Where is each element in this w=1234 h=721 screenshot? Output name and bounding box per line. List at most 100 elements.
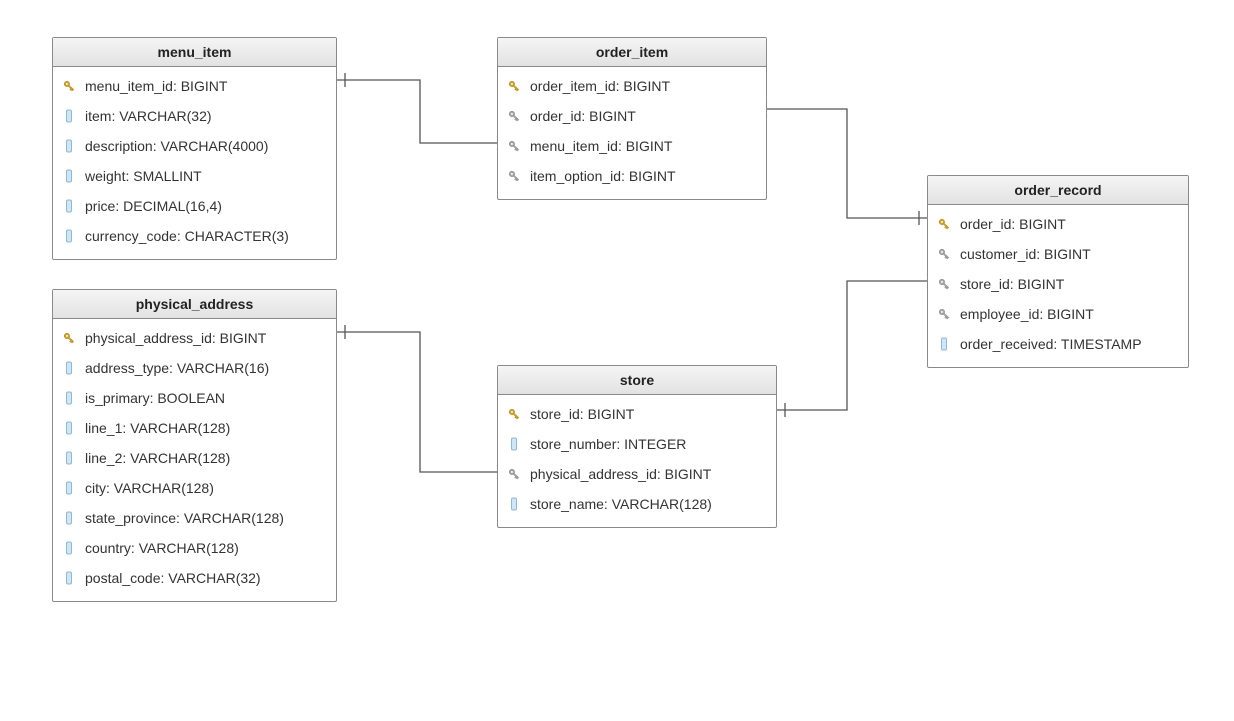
column-text: price: DECIMAL(16,4) xyxy=(85,196,326,216)
primary-key-icon xyxy=(61,330,77,346)
column-icon xyxy=(61,390,77,406)
column-text: state_province: VARCHAR(128) xyxy=(85,508,326,528)
column-row[interactable]: description: VARCHAR(4000) xyxy=(53,131,336,161)
column-text: city: VARCHAR(128) xyxy=(85,478,326,498)
entity-menu_item[interactable]: menu_item menu_item_id: BIGINT item: VAR… xyxy=(52,37,337,260)
column-text: line_1: VARCHAR(128) xyxy=(85,418,326,438)
column-text: store_id: BIGINT xyxy=(530,404,766,424)
column-row[interactable]: weight: SMALLINT xyxy=(53,161,336,191)
column-icon xyxy=(936,336,952,352)
column-icon xyxy=(61,228,77,244)
foreign-key-icon xyxy=(506,168,522,184)
foreign-key-icon xyxy=(936,246,952,262)
column-icon xyxy=(61,168,77,184)
column-icon xyxy=(506,436,522,452)
column-row[interactable]: order_received: TIMESTAMP xyxy=(928,329,1188,359)
primary-key-icon xyxy=(936,216,952,232)
column-row[interactable]: order_item_id: BIGINT xyxy=(498,71,766,101)
foreign-key-icon xyxy=(506,138,522,154)
column-row[interactable]: store_id: BIGINT xyxy=(498,399,776,429)
column-row[interactable]: item: VARCHAR(32) xyxy=(53,101,336,131)
column-text: store_name: VARCHAR(128) xyxy=(530,494,766,514)
connector-store_to_order_record xyxy=(777,274,950,417)
column-text: order_id: BIGINT xyxy=(960,214,1178,234)
column-icon xyxy=(506,496,522,512)
column-text: store_number: INTEGER xyxy=(530,434,766,454)
column-row[interactable]: address_type: VARCHAR(16) xyxy=(53,353,336,383)
foreign-key-icon xyxy=(936,276,952,292)
foreign-key-icon xyxy=(936,306,952,322)
column-icon xyxy=(61,540,77,556)
column-text: menu_item_id: BIGINT xyxy=(85,76,326,96)
column-row[interactable]: line_2: VARCHAR(128) xyxy=(53,443,336,473)
column-icon xyxy=(61,480,77,496)
column-row[interactable]: postal_code: VARCHAR(32) xyxy=(53,563,336,593)
column-text: postal_code: VARCHAR(32) xyxy=(85,568,326,588)
column-text: country: VARCHAR(128) xyxy=(85,538,326,558)
column-text: weight: SMALLINT xyxy=(85,166,326,186)
entity-columns: menu_item_id: BIGINT item: VARCHAR(32) d… xyxy=(53,67,336,259)
column-row[interactable]: physical_address_id: BIGINT xyxy=(53,323,336,353)
entity-title: menu_item xyxy=(53,38,336,67)
column-row[interactable]: item_option_id: BIGINT xyxy=(498,161,766,191)
column-row[interactable]: menu_item_id: BIGINT xyxy=(53,71,336,101)
connector-menu_item_to_order_item xyxy=(337,73,520,150)
entity-order_record[interactable]: order_record order_id: BIGINT customer_i… xyxy=(927,175,1189,368)
column-row[interactable]: customer_id: BIGINT xyxy=(928,239,1188,269)
column-icon xyxy=(61,108,77,124)
column-row[interactable]: store_name: VARCHAR(128) xyxy=(498,489,776,519)
column-row[interactable]: store_id: BIGINT xyxy=(928,269,1188,299)
column-row[interactable]: store_number: INTEGER xyxy=(498,429,776,459)
column-row[interactable]: currency_code: CHARACTER(3) xyxy=(53,221,336,251)
entity-title: order_record xyxy=(928,176,1188,205)
column-row[interactable]: state_province: VARCHAR(128) xyxy=(53,503,336,533)
column-text: description: VARCHAR(4000) xyxy=(85,136,326,156)
connector-order_item_to_order_record xyxy=(744,102,927,225)
column-text: order_received: TIMESTAMP xyxy=(960,334,1178,354)
column-row[interactable]: physical_address_id: BIGINT xyxy=(498,459,776,489)
column-icon xyxy=(61,360,77,376)
primary-key-icon xyxy=(506,78,522,94)
column-row[interactable]: line_1: VARCHAR(128) xyxy=(53,413,336,443)
primary-key-icon xyxy=(61,78,77,94)
entity-title: order_item xyxy=(498,38,766,67)
column-row[interactable]: price: DECIMAL(16,4) xyxy=(53,191,336,221)
column-row[interactable]: is_primary: BOOLEAN xyxy=(53,383,336,413)
column-text: employee_id: BIGINT xyxy=(960,304,1178,324)
entity-order_item[interactable]: order_item order_item_id: BIGINT order_i… xyxy=(497,37,767,200)
column-text: item_option_id: BIGINT xyxy=(530,166,756,186)
connector-physical_address_to_store xyxy=(337,325,520,479)
column-text: address_type: VARCHAR(16) xyxy=(85,358,326,378)
entity-store[interactable]: store store_id: BIGINT store_number: INT… xyxy=(497,365,777,528)
column-icon xyxy=(61,420,77,436)
column-text: physical_address_id: BIGINT xyxy=(85,328,326,348)
entity-columns: store_id: BIGINT store_number: INTEGER p… xyxy=(498,395,776,527)
column-text: order_id: BIGINT xyxy=(530,106,756,126)
column-row[interactable]: employee_id: BIGINT xyxy=(928,299,1188,329)
column-text: menu_item_id: BIGINT xyxy=(530,136,756,156)
column-text: currency_code: CHARACTER(3) xyxy=(85,226,326,246)
column-text: is_primary: BOOLEAN xyxy=(85,388,326,408)
column-row[interactable]: order_id: BIGINT xyxy=(498,101,766,131)
primary-key-icon xyxy=(506,406,522,422)
column-icon xyxy=(61,198,77,214)
entity-physical_address[interactable]: physical_address physical_address_id: BI… xyxy=(52,289,337,602)
entity-columns: order_id: BIGINT customer_id: BIGINT sto… xyxy=(928,205,1188,367)
column-text: physical_address_id: BIGINT xyxy=(530,464,766,484)
foreign-key-icon xyxy=(506,466,522,482)
column-row[interactable]: order_id: BIGINT xyxy=(928,209,1188,239)
entity-title: physical_address xyxy=(53,290,336,319)
column-icon xyxy=(61,450,77,466)
entity-title: store xyxy=(498,366,776,395)
column-text: item: VARCHAR(32) xyxy=(85,106,326,126)
column-row[interactable]: country: VARCHAR(128) xyxy=(53,533,336,563)
entity-columns: order_item_id: BIGINT order_id: BIGINT m… xyxy=(498,67,766,199)
column-text: store_id: BIGINT xyxy=(960,274,1178,294)
column-icon xyxy=(61,570,77,586)
column-text: order_item_id: BIGINT xyxy=(530,76,756,96)
column-row[interactable]: menu_item_id: BIGINT xyxy=(498,131,766,161)
column-text: customer_id: BIGINT xyxy=(960,244,1178,264)
column-text: line_2: VARCHAR(128) xyxy=(85,448,326,468)
column-row[interactable]: city: VARCHAR(128) xyxy=(53,473,336,503)
foreign-key-icon xyxy=(506,108,522,124)
